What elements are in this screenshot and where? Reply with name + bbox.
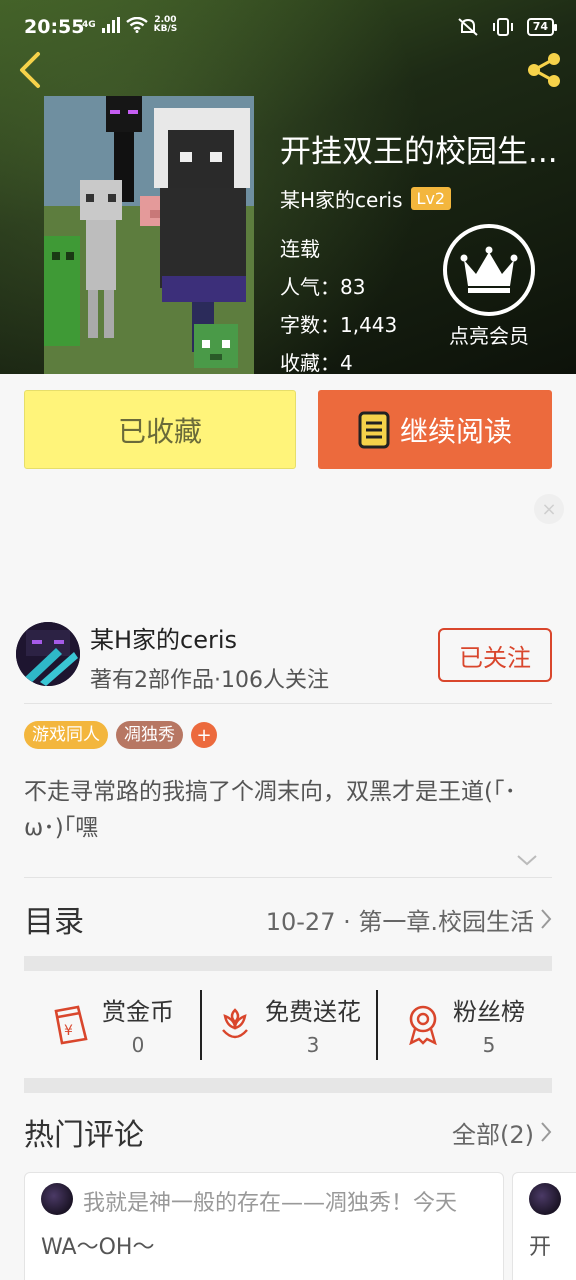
commenter-avatar[interactable]: [529, 1183, 561, 1215]
catalog-row[interactable]: 目录 10-27 · 第一章.校园生活: [24, 896, 552, 942]
chevron-right-icon: [541, 909, 552, 929]
svg-text:¥: ¥: [64, 1023, 73, 1039]
book-status: 连载: [280, 237, 320, 261]
comment-text: 我就是神一般的存在——凋独秀！今天: [83, 1191, 458, 1216]
author-stats: 著有2部作品·106人关注: [90, 668, 329, 693]
chevron-right-icon: [541, 1122, 552, 1142]
comment-text-line2: WA～OH～: [41, 1235, 155, 1260]
author-name[interactable]: 某H家的ceris: [90, 620, 237, 655]
reward-fans[interactable]: 粉丝榜 5: [376, 984, 552, 1064]
continue-reading-label: 继续阅读: [399, 414, 512, 448]
tag-character[interactable]: 凋独秀: [116, 721, 183, 749]
wifi-icon: [125, 17, 148, 33]
book-popularity: 人气：83: [280, 275, 366, 299]
book-stats: 连载 人气：83 字数：1,443 收藏：4: [280, 230, 397, 382]
tag-game-fanfic[interactable]: 游戏同人: [24, 721, 108, 749]
add-tag-button[interactable]: +: [191, 722, 217, 748]
reward-coins[interactable]: ¥ 赏金币 0: [24, 984, 200, 1064]
author-level-badge: Lv2: [410, 187, 452, 210]
red-envelope-icon: ¥: [54, 1005, 88, 1045]
back-button[interactable]: [14, 50, 50, 90]
comment-card[interactable]: 我就是神一般的存在——凋独秀！今天 WA～OH～: [24, 1172, 504, 1280]
status-time: 20:55: [24, 16, 85, 38]
network-type: 4G: [82, 19, 96, 30]
status-bar: 20:55 4G 2.00 KB/S 74: [0, 0, 576, 56]
share-icon: [528, 53, 560, 87]
vibrate-icon: [492, 18, 513, 36]
divider: [24, 703, 552, 704]
comment-text: 开: [529, 1235, 552, 1260]
mute-icon: [458, 18, 478, 36]
vip-label: 点亮会员: [449, 324, 529, 348]
signal-icon: [101, 17, 120, 33]
author-avatar[interactable]: [16, 622, 80, 686]
book-word-count: 字数：1,443: [280, 313, 398, 337]
status-right-icons: 74: [457, 17, 558, 37]
book-title: 开挂双王的校园生...: [280, 134, 558, 170]
expand-description-button[interactable]: [516, 852, 538, 871]
follow-label: 已关注: [459, 643, 531, 672]
section-separator: [24, 1078, 552, 1093]
reward-flowers-label: 免费送花: [265, 997, 361, 1026]
rewards-row: ¥ 赏金币 0 免费送花 3 粉丝榜 5: [24, 984, 552, 1064]
chevron-down-icon: [517, 855, 537, 866]
reward-fans-label: 粉丝榜: [453, 997, 525, 1026]
reward-flowers-count: 3: [306, 1032, 320, 1057]
reward-coins-count: 0: [131, 1032, 145, 1057]
all-comments-label: 全部(2): [452, 1120, 534, 1149]
all-comments-link[interactable]: 全部(2): [452, 1115, 552, 1150]
plus-icon: +: [196, 724, 212, 746]
collected-label: 已收藏: [117, 414, 202, 448]
book-icon: [358, 411, 390, 448]
network-speed: 2.00 KB/S: [153, 15, 178, 34]
book-favorites: 收藏：4: [280, 351, 353, 375]
close-ad-button[interactable]: ×: [534, 494, 564, 524]
hot-comments-header: 热门评论 全部(2): [24, 1110, 552, 1154]
comment-card[interactable]: 开: [512, 1172, 576, 1280]
follow-button[interactable]: 已关注: [438, 628, 552, 682]
collected-button[interactable]: 已收藏: [24, 390, 296, 469]
book-cover-image: [44, 96, 254, 374]
tag-list: 游戏同人 凋独秀 +: [24, 721, 217, 749]
battery-icon: 74: [526, 18, 558, 36]
reward-coins-label: 赏金币: [102, 997, 174, 1026]
reward-flowers[interactable]: 免费送花 3: [200, 984, 376, 1064]
close-icon: ×: [541, 498, 557, 520]
crown-icon: [460, 246, 518, 293]
vip-circle: [443, 224, 535, 316]
catalog-title: 目录: [24, 905, 84, 940]
continue-reading-button[interactable]: 继续阅读: [318, 390, 552, 469]
book-author-row[interactable]: 某H家的ceris Lv2: [280, 184, 452, 213]
section-separator: [24, 956, 552, 971]
vip-button[interactable]: 点亮会员: [443, 224, 535, 349]
divider: [24, 877, 552, 878]
latest-chapter-text: 10-27 · 第一章.校园生活: [265, 907, 534, 936]
avatar-image: [16, 622, 80, 686]
commenter-avatar[interactable]: [41, 1183, 73, 1215]
status-left-icons: 4G 2.00 KB/S: [82, 16, 177, 34]
book-description: 不走寻常路的我搞了个凋末向，双黑才是王道(｢･ω･)｢嘿: [24, 779, 516, 841]
book-cover[interactable]: [44, 96, 254, 374]
catalog-latest-chapter: 10-27 · 第一章.校园生活: [266, 902, 552, 937]
flower-icon: [222, 1008, 248, 1039]
share-button[interactable]: [522, 50, 566, 90]
medal-icon: [409, 1005, 437, 1045]
hot-comments-title: 热门评论: [24, 1118, 144, 1153]
chevron-left-icon: [20, 52, 40, 88]
reward-fans-count: 5: [482, 1032, 496, 1057]
book-author-name: 某H家的ceris: [280, 188, 403, 212]
